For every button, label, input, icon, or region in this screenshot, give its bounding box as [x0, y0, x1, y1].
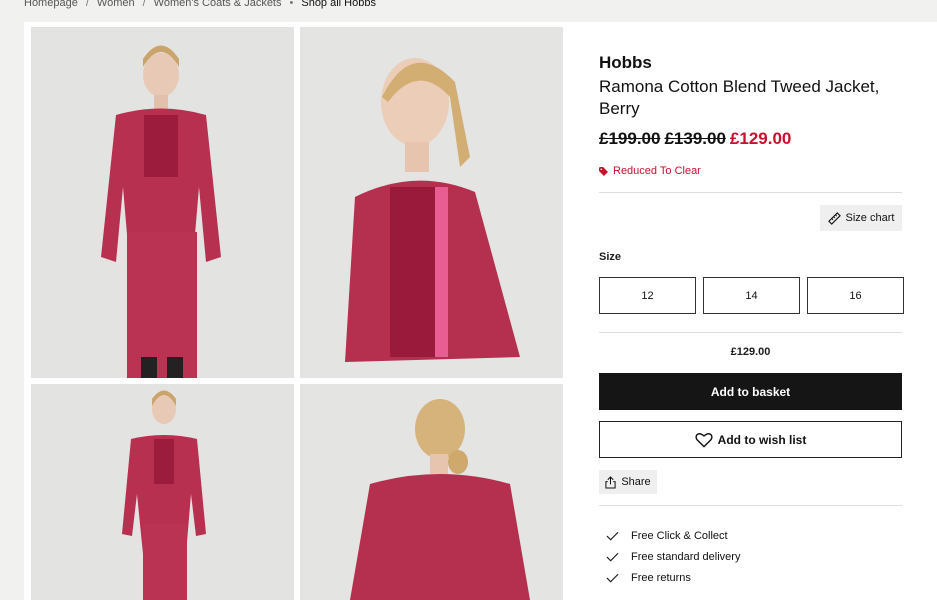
product-image-full-length[interactable] — [31, 384, 294, 600]
checkmark-icon — [606, 531, 619, 541]
size-chart-button[interactable]: Size chart — [820, 205, 902, 231]
checkmark-icon — [606, 573, 619, 583]
benefit-item: Free returns — [606, 567, 740, 588]
tag-icon — [599, 166, 608, 176]
size-option-12[interactable]: 12 — [599, 277, 696, 314]
benefit-item: Free standard delivery — [606, 546, 740, 567]
product-image-back[interactable] — [300, 384, 563, 600]
share-label: Share — [621, 476, 651, 488]
checkmark-icon — [606, 552, 619, 562]
product-image-closeup[interactable] — [300, 27, 563, 378]
share-icon — [605, 475, 616, 489]
sale-price: £129.00 — [729, 129, 792, 148]
size-label: Size — [599, 251, 622, 263]
ruler-icon — [827, 211, 841, 225]
benefit-label: Free returns — [631, 571, 691, 584]
share-button[interactable]: Share — [599, 470, 657, 494]
product-gallery — [24, 22, 570, 600]
product-image-front[interactable] — [31, 27, 294, 378]
breadcrumb: Homepage / Women / Women's Coats & Jacke… — [24, 0, 376, 9]
promo-label: Reduced To Clear — [613, 165, 701, 177]
breadcrumb-separator: / — [142, 0, 146, 9]
divider — [599, 332, 902, 333]
benefits-list: Free Click & Collect Free standard deliv… — [606, 525, 740, 588]
product-brand[interactable]: Hobbs — [599, 53, 652, 73]
promo-badge: Reduced To Clear — [599, 165, 701, 177]
heart-icon — [695, 432, 713, 447]
selected-price: £129.00 — [730, 346, 771, 358]
previous-price: £139.00 — [664, 129, 726, 148]
benefit-label: Free Click & Collect — [631, 529, 728, 542]
size-chart-label: Size chart — [845, 212, 895, 224]
wishlist-label: Add to wish list — [717, 432, 807, 447]
add-to-wishlist-button[interactable]: Add to wish list — [599, 421, 902, 458]
price-block: £199.00 £139.00 £129.00 — [599, 129, 791, 149]
breadcrumb-coats-jackets[interactable]: Women's Coats & Jackets — [154, 0, 282, 9]
breadcrumb-bullet: • — [289, 0, 294, 9]
benefit-label: Free standard delivery — [631, 550, 741, 563]
breadcrumb-shop-all-hobbs[interactable]: Shop all Hobbs — [301, 0, 376, 9]
divider — [599, 192, 902, 193]
size-selector: 12 14 16 — [599, 277, 904, 314]
original-price: £199.00 — [599, 129, 661, 148]
breadcrumb-homepage[interactable]: Homepage — [24, 0, 78, 9]
divider — [599, 505, 902, 506]
size-option-16[interactable]: 16 — [807, 277, 904, 314]
benefit-item: Free Click & Collect — [606, 525, 740, 546]
add-to-basket-button[interactable]: Add to basket — [599, 373, 902, 410]
size-option-14[interactable]: 14 — [703, 277, 800, 314]
product-title: Ramona Cotton Blend Tweed Jacket, Berry — [599, 77, 880, 118]
product-details-panel: Hobbs Ramona Cotton Blend Tweed Jacket, … — [570, 22, 937, 600]
breadcrumb-women[interactable]: Women — [97, 0, 135, 9]
breadcrumb-separator: / — [85, 0, 89, 9]
